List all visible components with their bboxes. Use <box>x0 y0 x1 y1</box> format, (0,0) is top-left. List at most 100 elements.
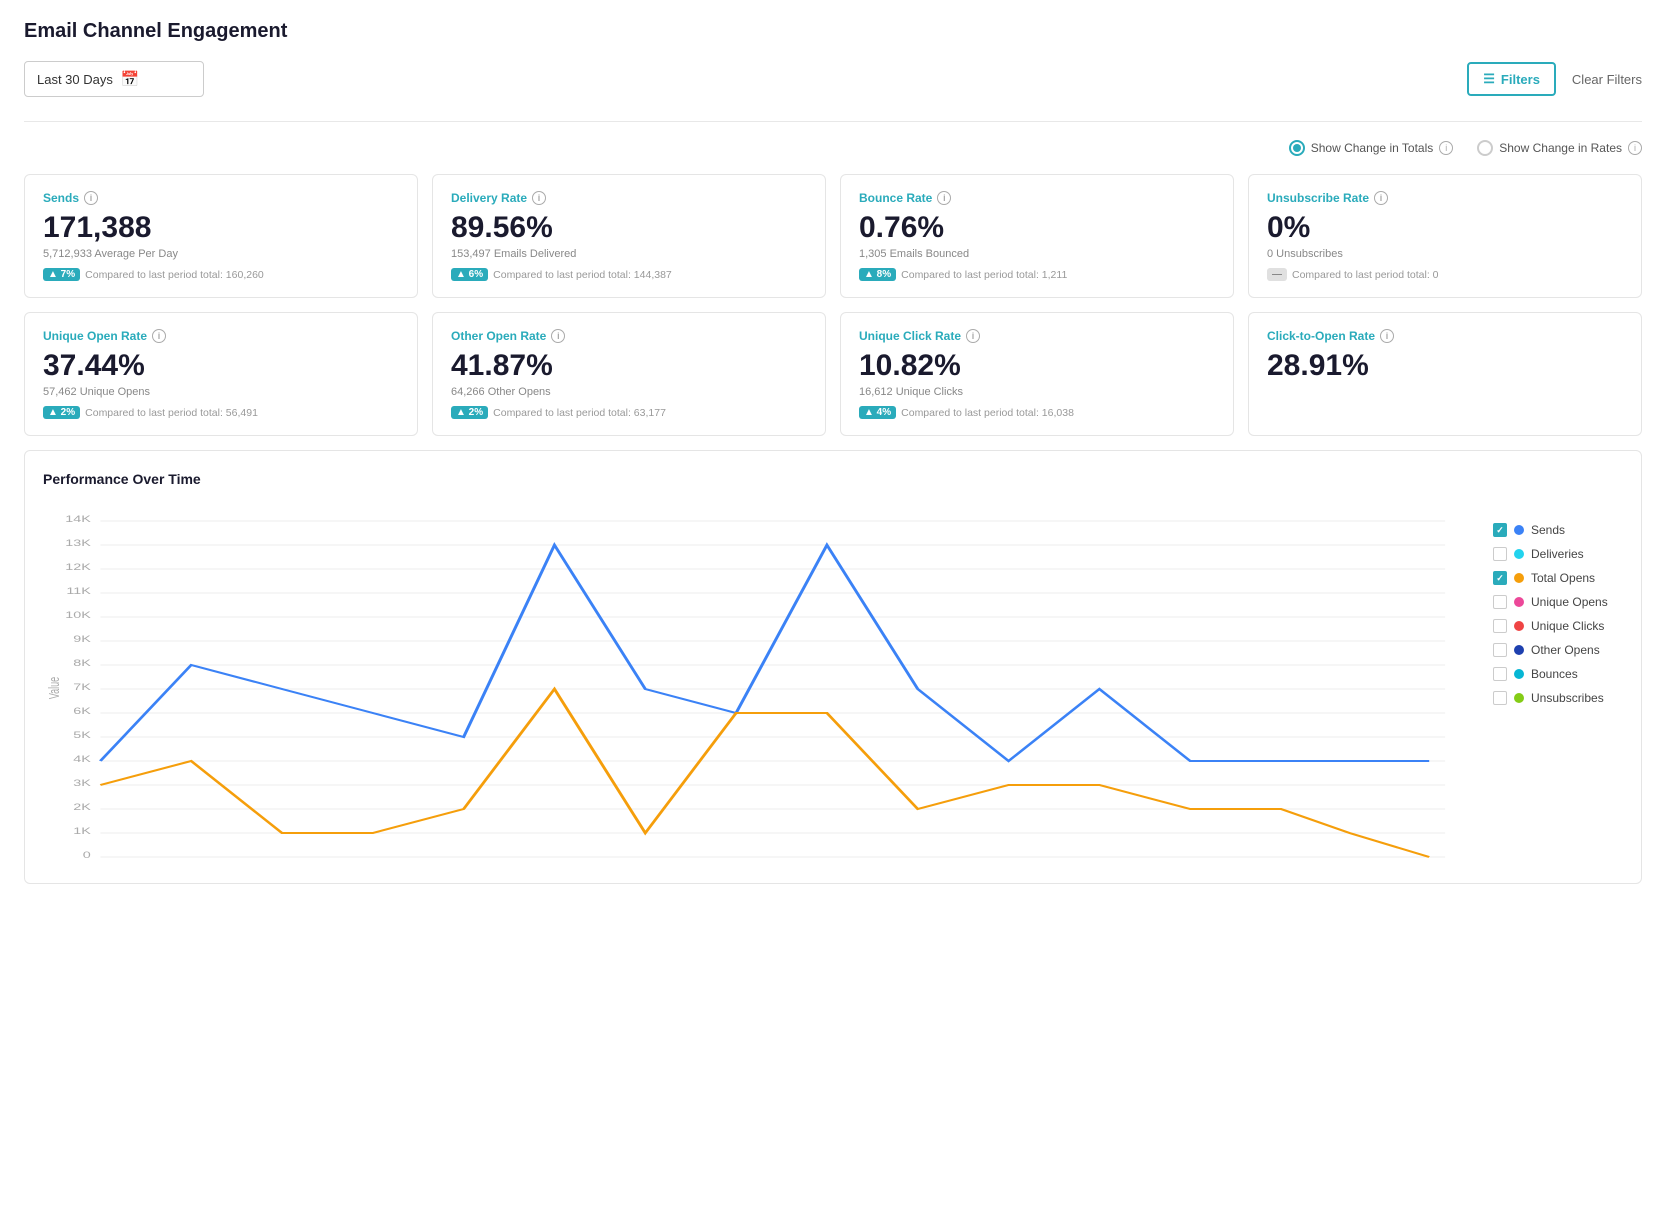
show-change-rates-option[interactable]: Show Change in Rates i <box>1477 140 1642 156</box>
metric-sub: 57,462 Unique Opens <box>43 386 399 398</box>
metric-label: Unsubscribe Rate i <box>1267 191 1623 205</box>
change-text: Compared to last period total: 56,491 <box>85 407 258 419</box>
metric-value: 0% <box>1267 211 1623 244</box>
metric-label: Unique Click Rate i <box>859 329 1215 343</box>
legend-item[interactable]: Unique Clicks <box>1493 619 1623 633</box>
page-title: Email Channel Engagement <box>24 20 1642 43</box>
legend-dot <box>1514 597 1524 607</box>
metric-info-icon[interactable]: i <box>1374 191 1388 205</box>
metric-label: Delivery Rate i <box>451 191 807 205</box>
show-change-totals-option[interactable]: Show Change in Totals i <box>1289 140 1454 156</box>
metric-sub: 5,712,933 Average Per Day <box>43 248 399 260</box>
metric-card: Sends i 171,388 5,712,933 Average Per Da… <box>24 174 418 298</box>
legend-item[interactable]: Sends <box>1493 523 1623 537</box>
svg-text:6K: 6K <box>73 706 91 717</box>
filters-button[interactable]: ☰ Filters <box>1467 62 1556 96</box>
svg-text:10K: 10K <box>65 610 91 621</box>
clear-filters-button[interactable]: Clear Filters <box>1572 72 1642 87</box>
rates-label: Show Change in Rates <box>1499 141 1622 155</box>
metric-info-icon[interactable]: i <box>84 191 98 205</box>
performance-chart: 0 1K 2K 3K 4K 5K 6K 7K 8K 9K 10K 11K 12K… <box>43 503 1477 863</box>
metric-card: Unsubscribe Rate i 0% 0 Unsubscribes —Co… <box>1248 174 1642 298</box>
rates-radio[interactable] <box>1477 140 1493 156</box>
metric-change: ▲ 2% Compared to last period total: 56,49… <box>43 406 399 419</box>
metrics-row-1: Sends i 171,388 5,712,933 Average Per Da… <box>24 174 1642 298</box>
change-badge: ▲ 6% <box>451 268 488 281</box>
metric-sub: 153,497 Emails Delivered <box>451 248 807 260</box>
legend-checkbox[interactable] <box>1493 523 1507 537</box>
svg-text:Value: Value <box>46 677 63 700</box>
metric-sub: 1,305 Emails Bounced <box>859 248 1215 260</box>
legend-item[interactable]: Unique Opens <box>1493 595 1623 609</box>
legend-dot <box>1514 693 1524 703</box>
totals-label: Show Change in Totals <box>1311 141 1434 155</box>
svg-text:3K: 3K <box>73 778 91 789</box>
metric-card: Unique Open Rate i 37.44% 57,462 Unique … <box>24 312 418 436</box>
svg-text:7K: 7K <box>73 682 91 693</box>
legend-label: Sends <box>1531 523 1565 537</box>
legend-dot <box>1514 525 1524 535</box>
metric-info-icon[interactable]: i <box>966 329 980 343</box>
metric-label: Other Open Rate i <box>451 329 807 343</box>
metric-sub: 16,612 Unique Clicks <box>859 386 1215 398</box>
change-text: Compared to last period total: 0 <box>1292 269 1439 281</box>
legend-label: Deliveries <box>1531 547 1584 561</box>
chart-area: 0 1K 2K 3K 4K 5K 6K 7K 8K 9K 10K 11K 12K… <box>43 503 1477 863</box>
metric-card: Delivery Rate i 89.56% 153,497 Emails De… <box>432 174 826 298</box>
metric-info-icon[interactable]: i <box>937 191 951 205</box>
legend-checkbox[interactable] <box>1493 643 1507 657</box>
legend-checkbox[interactable] <box>1493 691 1507 705</box>
legend-dot <box>1514 573 1524 583</box>
totals-radio[interactable] <box>1289 140 1305 156</box>
metric-value: 41.87% <box>451 349 807 382</box>
metrics-row-2: Unique Open Rate i 37.44% 57,462 Unique … <box>24 312 1642 436</box>
legend-item[interactable]: Deliveries <box>1493 547 1623 561</box>
legend-checkbox[interactable] <box>1493 571 1507 585</box>
metric-info-icon[interactable]: i <box>551 329 565 343</box>
metric-info-icon[interactable]: i <box>152 329 166 343</box>
metric-change: ▲ 4%Compared to last period total: 16,03… <box>859 406 1215 419</box>
metric-info-icon[interactable]: i <box>1380 329 1394 343</box>
svg-text:11K: 11K <box>66 586 90 597</box>
metric-change: ▲ 8% Compared to last period total: 1,211 <box>859 268 1215 281</box>
change-badge: — <box>1267 268 1287 281</box>
metric-value: 28.91% <box>1267 349 1623 382</box>
change-text: Compared to last period total: 1,211 <box>901 269 1067 281</box>
svg-text:0: 0 <box>83 850 91 861</box>
change-badge: ▲ 7% <box>43 268 80 281</box>
legend-item[interactable]: Bounces <box>1493 667 1623 681</box>
change-text: Compared to last period total: 144,387 <box>493 269 672 281</box>
legend-checkbox[interactable] <box>1493 547 1507 561</box>
filters-label: Filters <box>1501 72 1540 87</box>
legend-checkbox[interactable] <box>1493 595 1507 609</box>
metric-card: Bounce Rate i 0.76% 1,305 Emails Bounced… <box>840 174 1234 298</box>
metric-value: 171,388 <box>43 211 399 244</box>
legend-item[interactable]: Unsubscribes <box>1493 691 1623 705</box>
metric-info-icon[interactable]: i <box>532 191 546 205</box>
change-badge: ▲ 8% <box>859 268 896 281</box>
legend-label: Unique Opens <box>1531 595 1608 609</box>
metric-change: ▲ 7% Compared to last period total: 160,2… <box>43 268 399 281</box>
metric-label: Bounce Rate i <box>859 191 1215 205</box>
svg-text:1K: 1K <box>73 826 91 837</box>
svg-text:9K: 9K <box>73 634 91 645</box>
legend-dot <box>1514 645 1524 655</box>
change-badge: ▲ 2% <box>43 406 80 419</box>
legend-checkbox[interactable] <box>1493 619 1507 633</box>
legend-item[interactable]: Other Opens <box>1493 643 1623 657</box>
totals-info-icon[interactable]: i <box>1439 141 1453 155</box>
chart-title: Performance Over Time <box>43 471 1623 487</box>
svg-text:13K: 13K <box>65 538 91 549</box>
legend-label: Unsubscribes <box>1531 691 1604 705</box>
change-text: Compared to last period total: 160,260 <box>85 269 264 281</box>
legend-item[interactable]: Total Opens <box>1493 571 1623 585</box>
metric-change: ▲ 2%Compared to last period total: 63,17… <box>451 406 807 419</box>
legend-checkbox[interactable] <box>1493 667 1507 681</box>
metric-value: 89.56% <box>451 211 807 244</box>
metric-value: 37.44% <box>43 349 399 382</box>
date-filter[interactable]: Last 30 Days 📅 <box>24 61 204 97</box>
metric-card: Unique Click Rate i 10.82% 16,612 Unique… <box>840 312 1234 436</box>
metric-change: ▲ 6% Compared to last period total: 144,3… <box>451 268 807 281</box>
rates-info-icon[interactable]: i <box>1628 141 1642 155</box>
change-text: Compared to last period total: 16,038 <box>901 407 1074 419</box>
